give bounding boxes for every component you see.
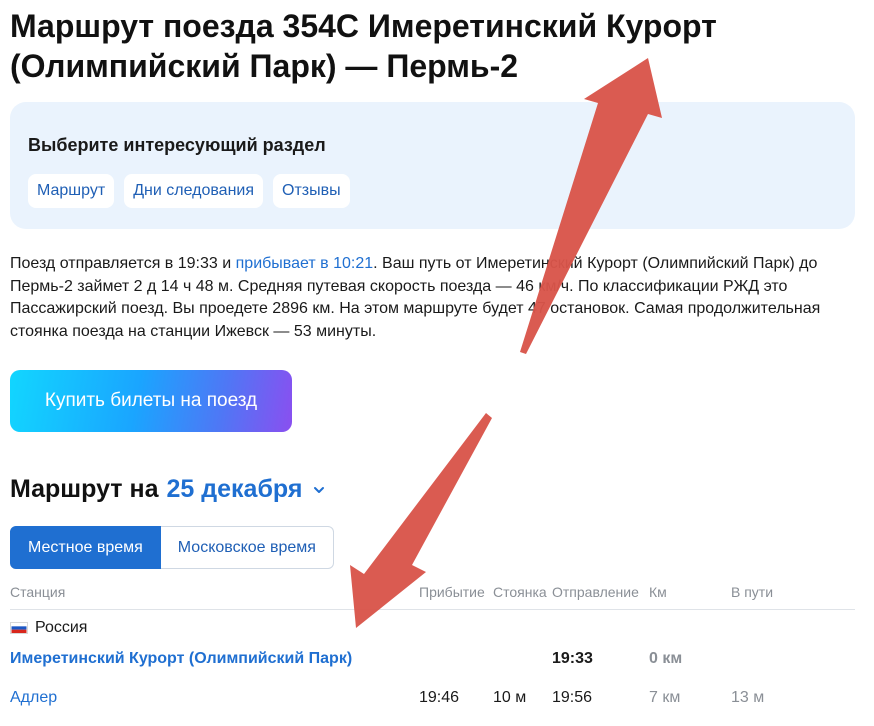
route-heading-label: Маршрут на xyxy=(10,475,159,503)
route-heading: Маршрут на 25 декабря xyxy=(10,475,326,504)
header-travel-time: В пути xyxy=(731,584,774,600)
page-title: Маршрут поезда 354С Имеретинский Курорт … xyxy=(10,8,717,84)
local-time-tab[interactable]: Местное время xyxy=(10,526,161,569)
header-station: Станция xyxy=(10,584,66,600)
departure-time: 19:33 xyxy=(552,650,593,667)
route-date-picker[interactable]: 25 декабря xyxy=(167,475,303,504)
header-km: Км xyxy=(649,584,667,600)
stop-duration: 10 м xyxy=(493,689,527,706)
station-link[interactable]: Имеретинский Курорт (Олимпийский Парк) xyxy=(10,650,352,668)
timezone-toggle: Местное время Московское время xyxy=(10,526,334,569)
country-name: Россия xyxy=(35,619,88,636)
chip-schedule-days[interactable]: Дни следования xyxy=(124,174,264,208)
table-header: Станция Прибытие Стоянка Отправление Км … xyxy=(0,584,874,602)
header-arrival: Прибытие xyxy=(419,584,485,600)
chip-reviews[interactable]: Отзывы xyxy=(273,174,350,208)
section-picker-heading: Выберите интересующий раздел xyxy=(28,135,326,155)
travel-time: 13 м xyxy=(731,689,765,706)
station-link[interactable]: Адлер xyxy=(10,689,57,707)
arrival-time-link[interactable]: прибывает в 10:21 xyxy=(236,255,374,272)
distance-km: 7 км xyxy=(649,689,681,706)
chip-route[interactable]: Маршрут xyxy=(28,174,115,208)
distance-km: 0 км xyxy=(649,650,683,667)
table-divider xyxy=(10,609,855,610)
departure-time: 19:56 xyxy=(552,689,593,706)
russia-flag-icon xyxy=(10,622,28,634)
buy-tickets-button[interactable]: Купить билеты на поезд xyxy=(10,370,292,432)
moscow-time-tab[interactable]: Московское время xyxy=(160,526,334,569)
arrival-time: 19:46 xyxy=(419,689,460,706)
header-stop: Стоянка xyxy=(493,584,547,600)
description-part-1: Поезд отправляется в 19:33 и xyxy=(10,255,236,272)
table-row: Имеретинский Курорт (Олимпийский Парк) 1… xyxy=(0,650,874,672)
country-group: Россия xyxy=(10,619,87,637)
train-description: Поезд отправляется в 19:33 и прибывает в… xyxy=(10,253,855,343)
section-picker: Выберите интересующий раздел Маршрут Дни… xyxy=(10,102,855,229)
chevron-down-icon[interactable] xyxy=(312,483,326,497)
section-chips: Маршрут Дни следования Отзывы xyxy=(28,174,350,208)
header-departure: Отправление xyxy=(552,584,639,600)
table-row: Адлер 19:46 10 м 19:56 7 км 13 м xyxy=(0,689,874,711)
